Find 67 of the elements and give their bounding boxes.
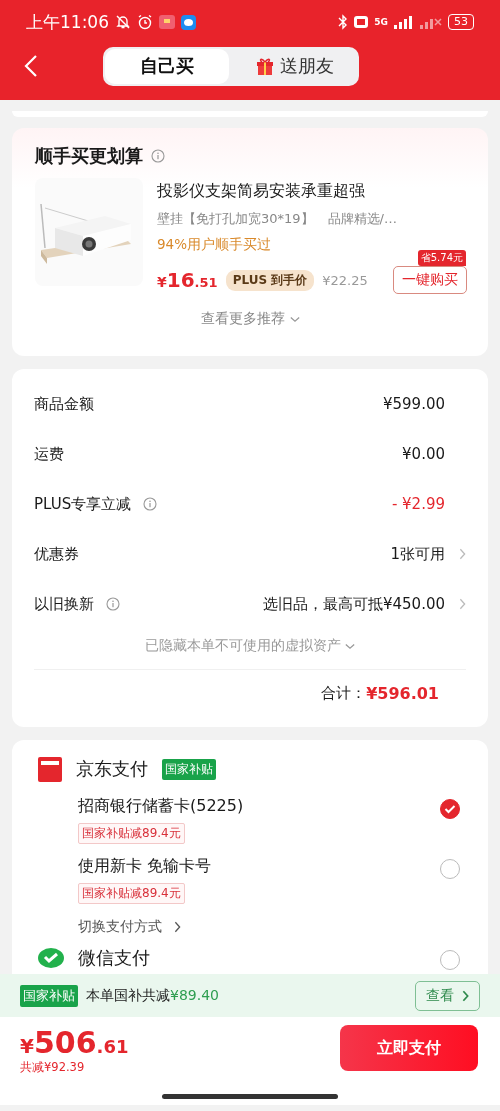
more-link[interactable]: 查看更多推荐	[200, 310, 285, 328]
radio-button[interactable]	[440, 799, 460, 819]
wechat-pay-icon	[38, 947, 64, 969]
tab[interactable]: 送朋友	[233, 48, 357, 84]
row-value[interactable]: 选旧品，最高可抵¥450.00	[262, 594, 445, 614]
radio-button[interactable]	[440, 859, 460, 879]
product-price: ¥16.51	[157, 268, 218, 292]
product-spec: 壁挂【免打孔加宽30*19】	[157, 210, 314, 228]
chevron-right-icon	[459, 548, 466, 560]
bluetooth-icon	[338, 14, 349, 30]
product-brand: 品牌精选/…	[327, 210, 397, 228]
gift-icon	[256, 57, 274, 75]
subsidy-tag: 国家补贴减89.4元	[78, 823, 185, 844]
battery-indicator: 53	[448, 14, 474, 30]
subsidy-badge: 国家补贴	[20, 984, 78, 1007]
row-label: 以旧换新	[34, 594, 94, 614]
view-button[interactable]: 查看	[415, 980, 480, 1011]
pay-button[interactable]: 立即支付	[340, 1025, 478, 1071]
row-label: PLUS专享立减	[34, 494, 132, 514]
signal-off-icon	[420, 15, 442, 29]
wallet-app-icon	[38, 756, 62, 782]
row-value[interactable]: 1张可用	[390, 544, 445, 564]
row-label: 优惠券	[34, 544, 79, 564]
pay-amount: ¥506.61	[20, 1025, 130, 1060]
switch-payment-link[interactable]: 切换支付方式	[78, 918, 162, 936]
network-label: 5G	[374, 17, 388, 27]
bell-off-icon	[115, 14, 131, 30]
check-icon	[444, 804, 456, 814]
info-icon[interactable]	[151, 149, 165, 163]
total-label: 合计：	[321, 684, 367, 703]
payment-method-name: 京东支付	[76, 757, 148, 781]
signal-icon	[394, 15, 414, 29]
plus-badge: PLUS 到手价	[225, 269, 315, 291]
saved-amount: 共减¥92.39	[20, 1060, 86, 1075]
chevron-right-icon	[462, 989, 469, 1002]
buy-button[interactable]: 一键购买	[393, 266, 467, 294]
total-value: ¥596.01	[366, 684, 439, 703]
chevron-down-icon	[289, 315, 300, 323]
app-icon	[159, 15, 175, 29]
payment-method-name: 微信支付	[78, 946, 150, 970]
social-proof: 94%用户顺手买过	[157, 236, 272, 254]
row-label: 商品金额	[34, 394, 94, 414]
subsidy-text: 本单国补共减¥89.40	[86, 986, 220, 1005]
chevron-right-icon	[459, 598, 466, 610]
product-title[interactable]: 投影仪支架简易安装承重超强	[157, 180, 465, 202]
back-icon[interactable]	[24, 54, 38, 78]
chevron-right-icon	[174, 921, 181, 933]
info-icon[interactable]	[143, 497, 158, 511]
hd-icon	[354, 16, 369, 28]
payment-option[interactable]: 使用新卡 免输卡号	[78, 856, 212, 877]
chat-app-icon	[181, 14, 196, 30]
alarm-icon	[137, 14, 153, 30]
row-label: 运费	[34, 444, 64, 464]
row-value: ¥0.00	[402, 445, 445, 463]
original-price: ¥22.25	[322, 272, 369, 288]
payment-option[interactable]: 招商银行储蓄卡(5225)	[78, 796, 244, 817]
save-tag: 省5.74元	[417, 250, 466, 266]
row-value: - ¥2.99	[391, 495, 445, 513]
subsidy-badge: 国家补贴	[162, 758, 216, 780]
row-value: ¥599.00	[382, 395, 445, 413]
tab[interactable]: 自己买	[105, 48, 229, 84]
section-title: 顺手买更划算	[35, 144, 143, 168]
status-time: 上午11:06	[26, 10, 109, 34]
subsidy-tag: 国家补贴减89.4元	[78, 883, 185, 904]
radio-button[interactable]	[440, 949, 460, 970]
info-icon[interactable]	[106, 597, 120, 611]
chevron-down-icon	[345, 642, 355, 650]
